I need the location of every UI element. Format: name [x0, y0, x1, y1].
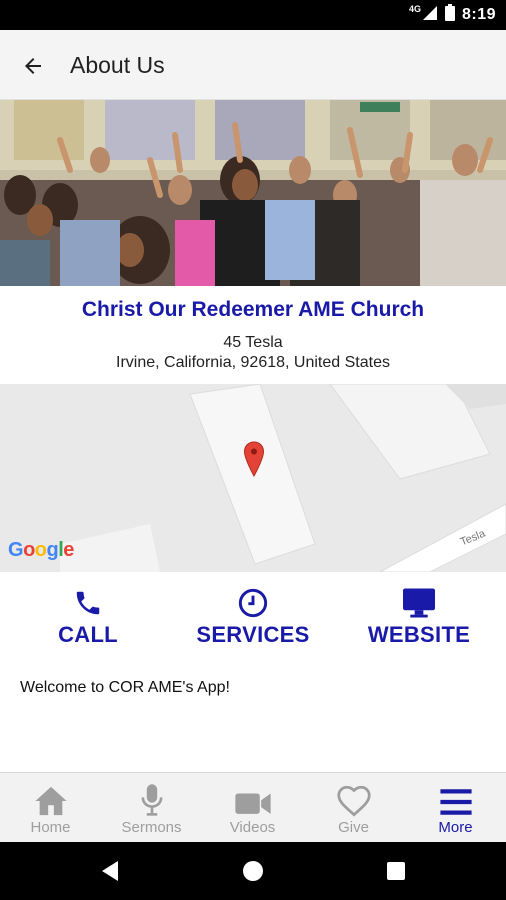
- status-icons: 4G 8:19: [409, 0, 496, 30]
- church-info: Christ Our Redeemer AME Church 45 Tesla …: [0, 286, 506, 384]
- nav-more-label: More: [438, 819, 473, 836]
- nav-videos-label: Videos: [229, 819, 276, 836]
- church-name: Christ Our Redeemer AME Church: [81, 298, 425, 321]
- welcome-text: Welcome to COR AME's App!: [20, 679, 230, 696]
- microphone-icon: [141, 784, 162, 816]
- bottom-nav: Home Sermons Videos Give More: [0, 772, 506, 842]
- address-street: 45 Tesla: [223, 334, 283, 351]
- services-label: SERVICES: [196, 622, 310, 647]
- call-label: CALL: [58, 622, 118, 647]
- location-pin-icon[interactable]: [243, 441, 265, 477]
- arrow-back-icon: [25, 58, 41, 74]
- menu-icon: [439, 789, 472, 815]
- page-title: About Us: [70, 52, 165, 78]
- back-button[interactable]: [18, 51, 48, 81]
- location-map[interactable]: Google Tesla: [0, 384, 506, 572]
- action-bar: CALL SERVICES WEBSITE: [0, 572, 506, 662]
- system-recents-button[interactable]: [366, 842, 426, 900]
- nav-videos[interactable]: Videos: [202, 773, 303, 843]
- nav-give[interactable]: Give: [303, 773, 404, 843]
- phone-icon: [76, 591, 100, 615]
- clock-icon: [238, 588, 268, 618]
- nav-home-label: Home: [30, 819, 71, 836]
- address-city: Irvine, California, 92618, United States: [116, 354, 390, 371]
- nav-give-label: Give: [338, 819, 369, 836]
- circle-home-icon: [243, 861, 263, 881]
- system-back-button[interactable]: [80, 842, 140, 900]
- google-logo: Google: [8, 539, 74, 561]
- signal-icon: [422, 5, 438, 26]
- triangle-back-icon: [102, 861, 118, 881]
- system-nav-bar: [0, 842, 506, 900]
- nav-more[interactable]: More: [405, 773, 506, 843]
- monitor-icon: [403, 588, 435, 618]
- nav-sermons-label: Sermons: [121, 819, 182, 836]
- system-home-button[interactable]: [223, 842, 283, 900]
- hero-photo: [0, 100, 506, 286]
- call-button[interactable]: CALL: [8, 586, 168, 648]
- status-bar: 4G 8:19: [0, 0, 506, 30]
- clock: 8:19: [461, 6, 496, 23]
- services-button[interactable]: SERVICES: [173, 586, 333, 648]
- video-camera-icon: [234, 793, 271, 814]
- website-button[interactable]: WEBSITE: [339, 586, 499, 648]
- nav-home[interactable]: Home: [0, 773, 101, 843]
- heart-icon: [336, 785, 371, 817]
- home-icon: [34, 786, 67, 816]
- nav-sermons[interactable]: Sermons: [101, 773, 202, 843]
- square-recents-icon: [387, 862, 405, 880]
- network-type: 4G: [408, 4, 421, 14]
- app-bar: About Us: [0, 30, 506, 100]
- battery-icon: [444, 4, 455, 26]
- website-label: WEBSITE: [367, 622, 471, 647]
